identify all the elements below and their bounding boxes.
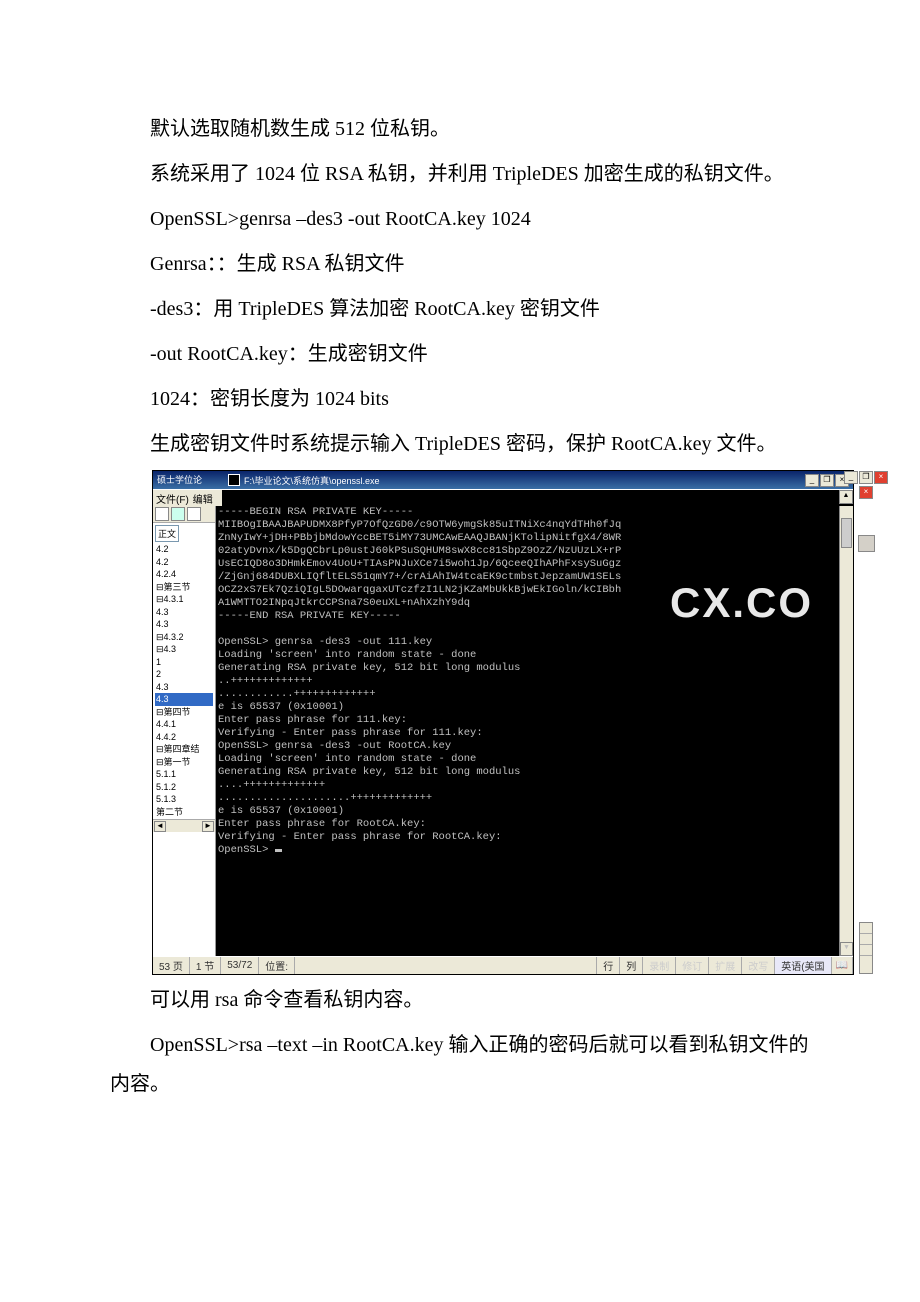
scroll-thumb[interactable]: [841, 518, 852, 548]
speaker-icon[interactable]: [858, 535, 875, 552]
cursor: [275, 849, 282, 852]
outline-item[interactable]: 5.1.3: [155, 793, 213, 806]
doc-close-button[interactable]: ×: [859, 486, 873, 499]
status-loc: 位置:: [259, 957, 295, 974]
console-title-text: F:\毕业论文\系统仿真\openssl.exe: [244, 474, 380, 487]
toolbar-save-icon[interactable]: [187, 507, 201, 521]
outline-item[interactable]: 5.1.1: [155, 768, 213, 781]
status-book-icon[interactable]: 📖: [832, 957, 853, 974]
outer-window-controls: _ ❐ × ×: [857, 471, 875, 974]
menu-edit[interactable]: 编辑: [193, 491, 213, 505]
status-rev[interactable]: 修订: [676, 957, 709, 974]
word-titlebar: 硕士学位论: [153, 471, 224, 489]
outline-item[interactable]: 4.2: [155, 543, 213, 556]
style-selector[interactable]: 正文: [155, 525, 179, 542]
outline-item[interactable]: 4.3: [155, 618, 213, 631]
outline-item[interactable]: 4.4.2: [155, 731, 213, 744]
outline-item[interactable]: ⊟4.3: [155, 643, 213, 656]
paragraph-code: OpenSSL>genrsa –des3 -out RootCA.key 102…: [110, 200, 810, 239]
word-title-text: 硕士学位论: [157, 475, 202, 485]
outer-scrollbar[interactable]: [859, 922, 873, 974]
toolbar-open-icon[interactable]: [171, 507, 185, 521]
outline-item[interactable]: 2: [155, 668, 213, 681]
word-statusbar: 53 页 1 节 53/72 位置: 行 列 录制 修订 扩展 改写 英语(美国…: [153, 956, 853, 974]
paragraph: 系统采用了 1024 位 RSA 私钥，并利用 TripleDES 加密生成的私…: [110, 155, 810, 194]
outer-restore-button[interactable]: ❐: [859, 471, 873, 484]
console-scrollbar[interactable]: ▼: [839, 506, 853, 956]
status-ovr[interactable]: 改写: [742, 957, 775, 974]
outline-item[interactable]: 4.2: [155, 556, 213, 569]
outline-item[interactable]: ⊟第四章结: [155, 743, 213, 756]
outline-item[interactable]: 1: [155, 656, 213, 669]
word-toolbar[interactable]: [153, 506, 215, 523]
outline-item[interactable]: 第二节: [155, 806, 213, 819]
console-scroll-up[interactable]: ▲: [839, 490, 853, 504]
paragraph: 生成密钥文件时系统提示输入 TripleDES 密码，保护 RootCA.key…: [110, 425, 810, 464]
paragraph: Genrsa：：生成 RSA 私钥文件: [110, 245, 810, 284]
menu-file[interactable]: 文件(F): [156, 491, 189, 505]
status-section: 1 节: [190, 957, 221, 974]
outer-close-button[interactable]: ×: [874, 471, 888, 484]
paragraph: -des3：用 TripleDES 算法加密 RootCA.key 密钥文件: [110, 290, 810, 329]
outer-min-button[interactable]: _: [844, 471, 858, 484]
outline-item[interactable]: ⊟4.3.2: [155, 631, 213, 644]
status-col: 列: [620, 957, 643, 974]
embedded-screenshot: _ ❐ × × 硕士学位论 F:\毕业论文\系统仿真\openssl.exe: [152, 470, 854, 975]
paragraph: 默认选取随机数生成 512 位私钥。: [110, 110, 810, 149]
outline-item[interactable]: 4.2.4: [155, 568, 213, 581]
outline-item[interactable]: ⊟第四节: [155, 706, 213, 719]
console-top-strip: ▲: [222, 490, 853, 506]
status-pageof: 53/72: [221, 957, 259, 974]
paragraph: OpenSSL>rsa –text –in RootCA.key 输入正确的密码…: [110, 1026, 810, 1104]
status-page: 53 页: [153, 957, 190, 974]
status-lang[interactable]: 英语(美国: [775, 957, 831, 974]
outline-item[interactable]: ⊟4.3.1: [155, 593, 213, 606]
console-max-button[interactable]: ❐: [820, 474, 834, 487]
paragraph: -out RootCA.key：生成密钥文件: [110, 335, 810, 374]
console-body[interactable]: CX.CO-----BEGIN RSA PRIVATE KEY----- MII…: [216, 506, 853, 956]
hscroll-left[interactable]: ◄: [154, 821, 166, 832]
outline-item[interactable]: 4.4.1: [155, 718, 213, 731]
console-icon: [228, 474, 240, 486]
outline-item[interactable]: 5.1.2: [155, 781, 213, 794]
paragraph: 可以用 rsa 命令查看私钥内容。: [110, 981, 810, 1020]
outline-item[interactable]: ⊟第一节: [155, 756, 213, 769]
word-menubar[interactable]: 文件(F) 编辑: [153, 490, 222, 506]
console-min-button[interactable]: _: [805, 474, 819, 487]
outline-item[interactable]: ⊟第三节: [155, 581, 213, 594]
outline-item[interactable]: 4.3: [155, 681, 213, 694]
outline-item[interactable]: 4.3: [155, 606, 213, 619]
hscroll-right[interactable]: ►: [202, 821, 214, 832]
console-scroll-down[interactable]: ▼: [840, 942, 853, 956]
status-row: 行: [597, 957, 620, 974]
paragraph: 1024：密钥长度为 1024 bits: [110, 380, 810, 419]
status-ext[interactable]: 扩展: [709, 957, 742, 974]
console-titlebar[interactable]: F:\毕业论文\系统仿真\openssl.exe _ ❐ ×: [224, 471, 853, 489]
outline-item[interactable]: 4.3: [155, 693, 213, 706]
toolbar-new-icon[interactable]: [155, 507, 169, 521]
outline-hscroll[interactable]: ◄ ►: [153, 819, 215, 832]
outline-pane[interactable]: 正文 4.24.24.2.4⊟第三节⊟4.3.14.34.3⊟4.3.2⊟4.3…: [153, 506, 216, 956]
status-rec[interactable]: 录制: [643, 957, 676, 974]
